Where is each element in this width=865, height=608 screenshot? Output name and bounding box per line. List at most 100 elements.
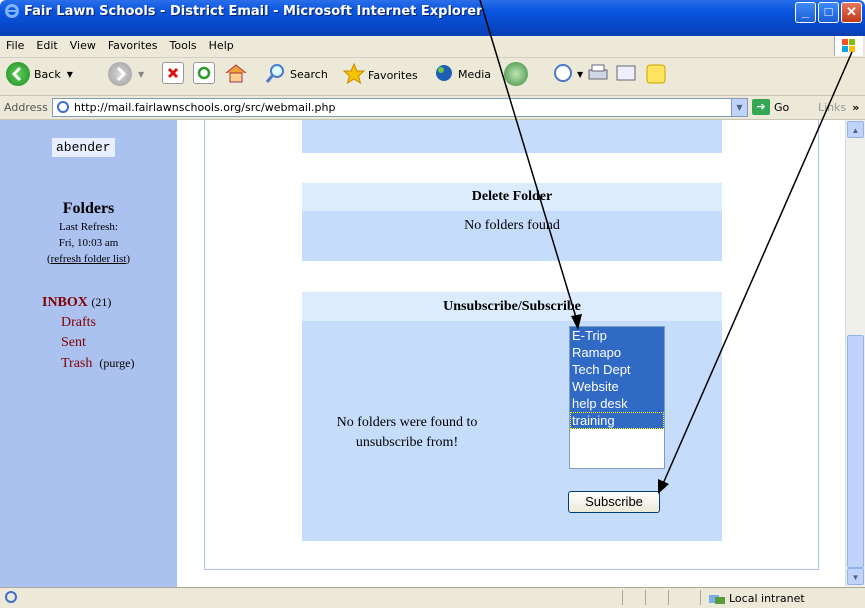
forward-button[interactable]: ▼ <box>108 62 144 86</box>
scroll-thumb[interactable] <box>847 335 864 568</box>
delete-folder-box: Delete Folder No folders found <box>302 183 722 261</box>
address-input[interactable]: http://mail.fairlawnschools.org/src/webm… <box>52 98 748 117</box>
print-button[interactable] <box>586 62 610 87</box>
mail-button[interactable]: ▼ <box>551 62 583 87</box>
title-bar: Fair Lawn Schools - District Email - Mic… <box>0 0 865 36</box>
minimize-button[interactable]: _ <box>795 2 816 23</box>
last-refresh-label: Last Refresh: <box>59 221 118 233</box>
address-url: http://mail.fairlawnschools.org/src/webm… <box>74 101 336 114</box>
address-dropdown-icon[interactable]: ▼ <box>731 99 747 116</box>
stop-icon <box>162 62 184 84</box>
search-icon <box>265 62 287 87</box>
go-button[interactable]: ➔ Go <box>752 99 789 115</box>
home-icon <box>224 62 248 87</box>
back-label: Back <box>34 67 61 81</box>
close-button[interactable]: ✕ <box>841 2 862 23</box>
note-icon <box>644 62 668 89</box>
folder-option[interactable]: Tech Dept <box>570 361 664 378</box>
purge-link[interactable]: (purge) <box>99 356 134 370</box>
mail-icon <box>551 62 575 87</box>
page-status-icon <box>5 591 17 603</box>
folder-drafts[interactable]: Drafts <box>61 315 96 330</box>
stop-button[interactable] <box>162 62 184 84</box>
menu-edit[interactable]: Edit <box>30 36 63 55</box>
windows-logo-icon <box>834 36 863 56</box>
back-dropdown-icon[interactable]: ▼ <box>67 70 73 79</box>
refresh-folder-list-link[interactable]: refresh folder list <box>51 253 127 265</box>
intranet-icon <box>709 594 725 604</box>
media-label: Media <box>458 68 492 81</box>
edit-button[interactable] <box>614 62 638 87</box>
folder-trash[interactable]: Trash <box>61 356 92 371</box>
print-icon <box>586 62 610 87</box>
window-title: Fair Lawn Schools - District Email - Mic… <box>24 4 483 19</box>
status-divider <box>700 590 701 605</box>
delete-folder-title: Delete Folder <box>302 183 722 211</box>
toolbar: Back ▼ ▼ Search Favorites Media ▼ <box>0 58 865 96</box>
favorites-star-icon <box>342 62 366 89</box>
username: abender <box>52 138 115 157</box>
menu-favorites[interactable]: Favorites <box>102 36 164 55</box>
edit-icon <box>614 62 638 87</box>
status-divider <box>668 590 669 605</box>
scroll-up-icon[interactable]: ▲ <box>847 121 864 138</box>
menu-file[interactable]: File <box>0 36 30 55</box>
folder-inbox[interactable]: INBOX <box>42 295 88 310</box>
discuss-button[interactable] <box>644 62 668 89</box>
refresh-button[interactable] <box>193 62 215 84</box>
back-button[interactable]: Back ▼ <box>6 62 73 86</box>
subscribe-button[interactable]: Subscribe <box>568 491 660 513</box>
folder-option[interactable]: E-Trip <box>570 327 664 344</box>
folder-option[interactable]: Website <box>570 378 664 395</box>
forward-arrow-icon <box>108 62 132 86</box>
folder-list: INBOX (21) Drafts Sent Trash (purge) <box>42 292 135 374</box>
menu-tools[interactable]: Tools <box>164 36 203 55</box>
folder-option[interactable]: Ramapo <box>570 344 664 361</box>
inbox-count: (21) <box>91 295 112 309</box>
folder-sidebar: abender Folders Last Refresh: Fri, 10:03… <box>0 120 177 587</box>
last-refresh-time: Fri, 10:03 am <box>58 237 119 249</box>
status-divider <box>645 590 646 605</box>
status-divider <box>622 590 623 605</box>
folder-option[interactable]: help desk <box>570 395 664 412</box>
delete-folder-message: No folders found <box>302 211 722 261</box>
go-arrow-icon: ➔ <box>752 99 770 115</box>
links-toolbar[interactable]: Links » <box>818 101 859 114</box>
menu-view[interactable]: View <box>64 36 102 55</box>
forward-dropdown-icon[interactable]: ▼ <box>138 70 144 79</box>
mail-dropdown-icon[interactable]: ▼ <box>577 70 583 79</box>
refresh-icon <box>193 62 215 84</box>
menu-help[interactable]: Help <box>203 36 240 55</box>
refresh-folder-list: (refresh folder list) <box>46 253 131 265</box>
vertical-scrollbar[interactable]: ▲ ▼ <box>845 120 865 587</box>
back-arrow-icon <box>6 62 30 86</box>
previous-section-box <box>302 120 722 153</box>
media-button[interactable]: Media <box>432 62 491 87</box>
favorites-label: Favorites <box>368 69 418 82</box>
address-bar: Address http://mail.fairlawnschools.org/… <box>0 96 865 120</box>
search-button[interactable]: Search <box>265 62 328 87</box>
maximize-button[interactable]: □ <box>818 2 839 23</box>
zone-label: Local intranet <box>729 592 805 605</box>
links-label: Links <box>818 101 847 114</box>
home-button[interactable] <box>224 62 248 87</box>
scroll-down-icon[interactable]: ▼ <box>847 568 864 585</box>
page-icon <box>57 101 69 113</box>
subscribe-folder-list[interactable]: E-Trip Ramapo Tech Dept Website help des… <box>569 326 665 469</box>
ie-logo-icon <box>5 4 19 18</box>
go-label: Go <box>774 100 790 114</box>
folders-heading: Folders <box>62 200 115 217</box>
status-bar: Local intranet <box>0 587 865 608</box>
folder-sent[interactable]: Sent <box>61 335 86 350</box>
folder-option[interactable]: training <box>570 412 664 429</box>
menu-bar: File Edit View Favorites Tools Help <box>0 36 865 58</box>
security-zone: Local intranet <box>708 592 805 605</box>
favorites-button[interactable]: Favorites <box>342 62 418 89</box>
no-folders-message: No folders were found to unsubscribe fro… <box>336 415 478 450</box>
chevron-right-icon: » <box>852 101 860 114</box>
history-icon <box>504 62 528 86</box>
media-icon <box>432 62 456 87</box>
history-button[interactable] <box>504 62 528 86</box>
unsubscribe-title: Unsubscribe/Subscribe <box>302 292 722 321</box>
address-label: Address <box>4 101 48 114</box>
